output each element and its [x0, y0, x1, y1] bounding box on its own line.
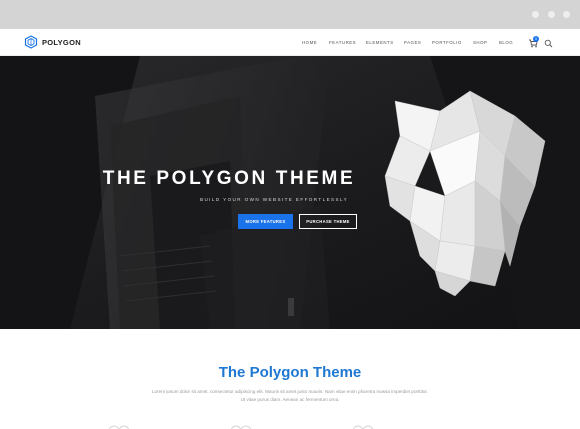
purchase-theme-button[interactable]: PURCHASE THEME: [299, 214, 357, 229]
more-features-button[interactable]: MORE FEATURES: [238, 214, 293, 229]
window-dot[interactable]: [548, 11, 555, 18]
hero-title: THE POLYGON THEME: [102, 168, 356, 189]
hero-subtitle: BUILD YOUR OWN WEBSITE EFFORTLESSLY: [200, 197, 349, 202]
hero-section: THE POLYGON THEME BUILD YOUR OWN WEBSITE…: [0, 56, 580, 329]
nav-item-pages[interactable]: PAGES: [404, 40, 421, 45]
cart-count-badge: 0: [533, 36, 539, 42]
feature-icon: [230, 425, 252, 429]
main-nav: HOME FEATURES ELEMENTS PAGES PORTFOLIO S…: [0, 29, 580, 56]
nav-item-blog[interactable]: BLOG: [499, 40, 513, 45]
nav-item-elements[interactable]: ELEMENTS: [366, 40, 394, 45]
nav-item-portfolio[interactable]: PORTFOLIO: [432, 40, 462, 45]
window-dot[interactable]: [563, 11, 570, 18]
feature-icon: [352, 425, 374, 429]
window-dot[interactable]: [532, 11, 539, 18]
nav-item-shop[interactable]: SHOP: [473, 40, 487, 45]
feature-icon: [108, 425, 130, 429]
nav-item-features[interactable]: FEATURES: [329, 40, 356, 45]
section-title: The Polygon Theme: [218, 364, 362, 381]
section-description: Lorem ipsum dolor sit amet, consectetur …: [152, 389, 428, 402]
browser-top-bar: [0, 0, 580, 29]
search-icon[interactable]: [544, 39, 553, 48]
nav-item-home[interactable]: HOME: [302, 40, 317, 45]
hero-background-image: [0, 56, 580, 329]
